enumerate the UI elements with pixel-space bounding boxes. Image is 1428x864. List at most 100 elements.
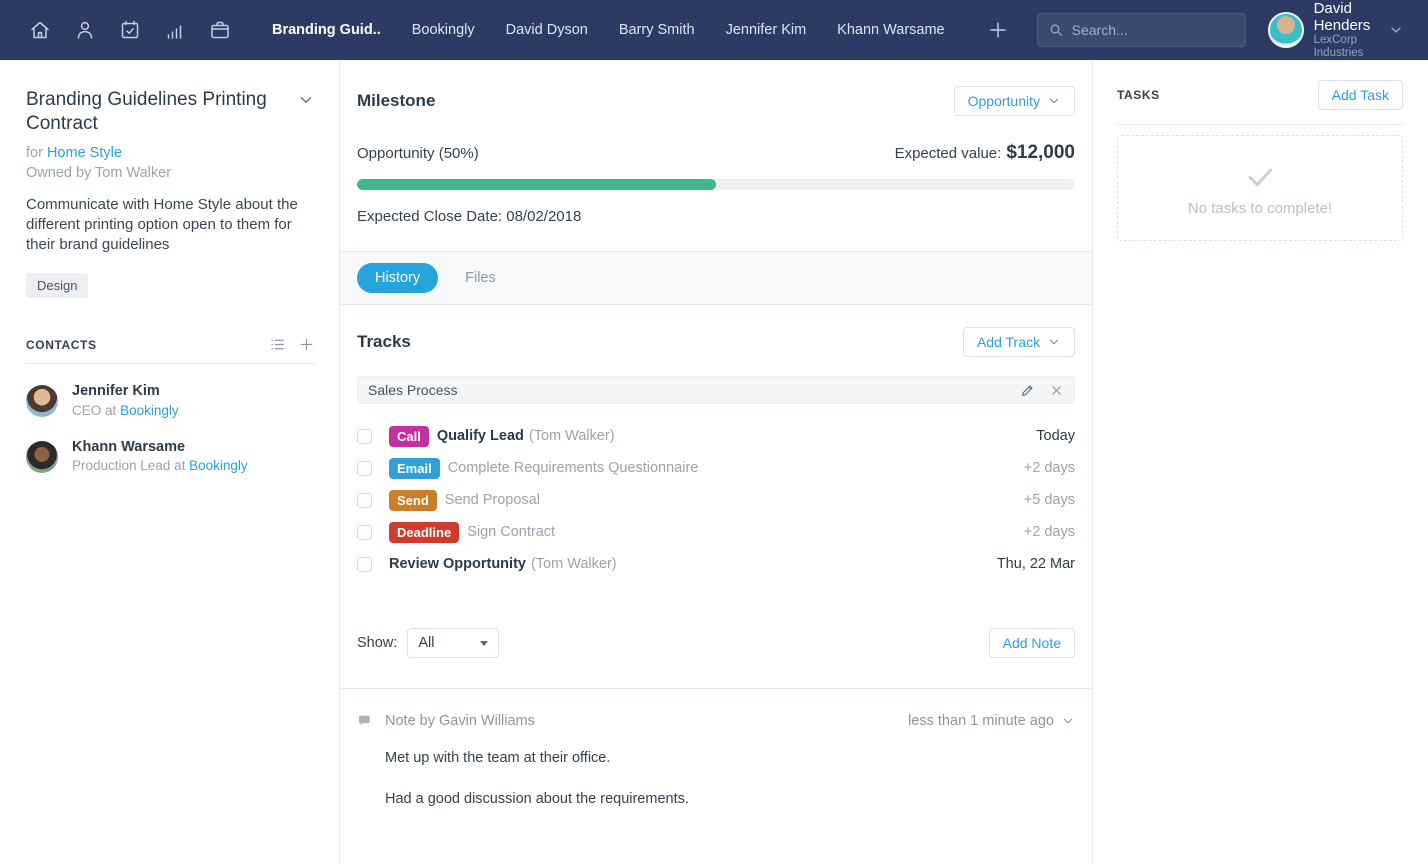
track-task-row: Email Complete Requirements Questionnair… xyxy=(357,452,1075,484)
add-new-icon[interactable] xyxy=(987,19,1009,41)
contact-avatar[interactable] xyxy=(26,385,58,417)
task-checkbox[interactable] xyxy=(357,525,372,540)
task-assignee: (Tom Walker) xyxy=(531,556,617,572)
top-navbar: Branding Guid.. Bookingly David Dyson Ba… xyxy=(0,0,1428,60)
chevron-down-icon xyxy=(1047,94,1061,108)
task-checkbox[interactable] xyxy=(357,493,372,508)
deal-owner: Owned by Tom Walker xyxy=(26,165,315,181)
progress-bar xyxy=(357,179,1075,190)
add-note-button[interactable]: Add Note xyxy=(989,628,1075,658)
note-header: Note by Gavin Williams xyxy=(385,713,535,729)
deal-options-chevron-icon[interactable] xyxy=(297,91,315,109)
calendar-icon[interactable] xyxy=(118,18,142,42)
search-icon xyxy=(1048,22,1064,38)
expected-value: $12,000 xyxy=(1006,142,1075,164)
task-title[interactable]: Qualify Lead xyxy=(437,428,524,444)
deal-title: Branding Guidelines Printing Contract xyxy=(26,88,297,136)
search-input[interactable] xyxy=(1072,22,1235,38)
contacts-icon[interactable] xyxy=(73,18,97,42)
show-filter-value: All xyxy=(418,635,434,651)
user-menu-chevron-icon[interactable] xyxy=(1388,22,1404,38)
track-task-list: Call Qualify Lead (Tom Walker) Today Ema… xyxy=(357,420,1075,580)
task-title[interactable]: Review Opportunity xyxy=(389,556,526,572)
company-link[interactable]: Bookingly xyxy=(189,458,248,473)
user-menu[interactable]: David Henders LexCorp Industries xyxy=(1268,0,1372,60)
task-due: Today xyxy=(1036,428,1075,444)
track-task-row: Call Qualify Lead (Tom Walker) Today xyxy=(357,420,1075,452)
nav-tab-branding[interactable]: Branding Guid.. xyxy=(272,22,381,38)
milestone-section: Milestone Opportunity Opportunity (50%) … xyxy=(340,60,1092,252)
nav-tab-khann-warsame[interactable]: Khann Warsame xyxy=(837,22,944,38)
task-assignee: (Tom Walker) xyxy=(529,428,615,444)
contact-name[interactable]: Jennifer Kim xyxy=(72,382,179,402)
task-title[interactable]: Send Proposal xyxy=(445,492,540,508)
user-name: David Henders xyxy=(1314,0,1372,34)
show-filter-select[interactable]: All xyxy=(407,628,499,658)
tasks-empty-message: No tasks to complete! xyxy=(1188,200,1332,217)
milestone-title: Milestone xyxy=(357,91,954,111)
tracks-section: Tracks Add Track Sales Process Call Qual… xyxy=(340,305,1092,688)
expected-close-date: Expected Close Date: 08/02/2018 xyxy=(357,208,1075,225)
contact-name[interactable]: Khann Warsame xyxy=(72,438,248,458)
user-avatar[interactable] xyxy=(1268,12,1304,48)
nav-tab-david-dyson[interactable]: David Dyson xyxy=(506,22,588,38)
note-timestamp-text: less than 1 minute ago xyxy=(908,713,1054,729)
note-entry: Note by Gavin Williams less than 1 minut… xyxy=(340,689,1092,831)
contacts-header: CONTACTS xyxy=(26,338,257,352)
task-checkbox[interactable] xyxy=(357,557,372,572)
note-body: Met up with the team at their office. Ha… xyxy=(385,750,1075,807)
tab-history[interactable]: History xyxy=(357,263,438,293)
organisation-link[interactable]: Home Style xyxy=(47,145,122,161)
add-contact-icon[interactable] xyxy=(298,336,315,353)
contact-avatar[interactable] xyxy=(26,441,58,473)
task-title[interactable]: Complete Requirements Questionnaire xyxy=(448,460,699,476)
task-badge-email: Email xyxy=(389,458,440,479)
contact-role: Production Lead at Bookingly xyxy=(72,457,248,475)
at-text: at xyxy=(174,458,185,473)
expected-value-label: Expected value: xyxy=(895,145,1002,162)
add-track-label: Add Track xyxy=(977,334,1040,350)
note-paragraph: Had a good discussion about the requirem… xyxy=(385,791,1075,807)
nav-tab-barry-smith[interactable]: Barry Smith xyxy=(619,22,695,38)
home-icon[interactable] xyxy=(28,18,52,42)
company-link[interactable]: Bookingly xyxy=(120,403,179,418)
task-badge-send: Send xyxy=(389,490,437,511)
nav-tab-jennifer-kim[interactable]: Jennifer Kim xyxy=(726,22,807,38)
task-badge-deadline: Deadline xyxy=(389,522,459,543)
task-due: +2 days xyxy=(1024,524,1075,540)
check-icon xyxy=(1244,160,1276,192)
task-title[interactable]: Sign Contract xyxy=(467,524,555,540)
add-task-button[interactable]: Add Task xyxy=(1318,80,1403,110)
note-icon xyxy=(357,713,373,729)
main-content: Milestone Opportunity Opportunity (50%) … xyxy=(340,60,1092,864)
edit-track-icon[interactable] xyxy=(1020,383,1035,398)
deal-for-line: for Home Style xyxy=(26,145,315,161)
tag-design[interactable]: Design xyxy=(26,273,88,298)
cases-icon[interactable] xyxy=(208,18,232,42)
role-text: Production Lead xyxy=(72,458,170,473)
recent-tabs: Branding Guid.. Bookingly David Dyson Ba… xyxy=(272,22,945,38)
contact-row[interactable]: Khann Warsame Production Lead at Booking… xyxy=(26,438,315,476)
track-task-row: Deadline Sign Contract +2 days xyxy=(357,516,1075,548)
tasks-header: TASKS xyxy=(1117,88,1318,102)
deal-sidebar: Branding Guidelines Printing Contract fo… xyxy=(0,60,340,864)
tasks-panel: TASKS Add Task No tasks to complete! xyxy=(1092,60,1428,864)
tab-files[interactable]: Files xyxy=(465,270,496,286)
task-checkbox[interactable] xyxy=(357,461,372,476)
reports-icon[interactable] xyxy=(163,18,187,42)
track-task-row: Send Send Proposal +5 days xyxy=(357,484,1075,516)
delete-track-icon[interactable] xyxy=(1049,383,1064,398)
search-box[interactable] xyxy=(1037,13,1246,47)
note-timestamp[interactable]: less than 1 minute ago xyxy=(908,713,1075,729)
contact-list-icon[interactable] xyxy=(269,336,286,353)
task-checkbox[interactable] xyxy=(357,429,372,444)
add-track-button[interactable]: Add Track xyxy=(963,327,1075,357)
contact-row[interactable]: Jennifer Kim CEO at Bookingly xyxy=(26,382,315,420)
chevron-down-icon xyxy=(1047,335,1061,349)
tracks-title: Tracks xyxy=(357,332,963,352)
milestone-dropdown-button[interactable]: Opportunity xyxy=(954,86,1075,116)
note-expand-chevron-icon[interactable] xyxy=(1061,714,1075,728)
history-files-tabbar: History Files xyxy=(340,252,1092,305)
nav-tab-bookingly[interactable]: Bookingly xyxy=(412,22,475,38)
track-name: Sales Process xyxy=(368,382,1006,398)
